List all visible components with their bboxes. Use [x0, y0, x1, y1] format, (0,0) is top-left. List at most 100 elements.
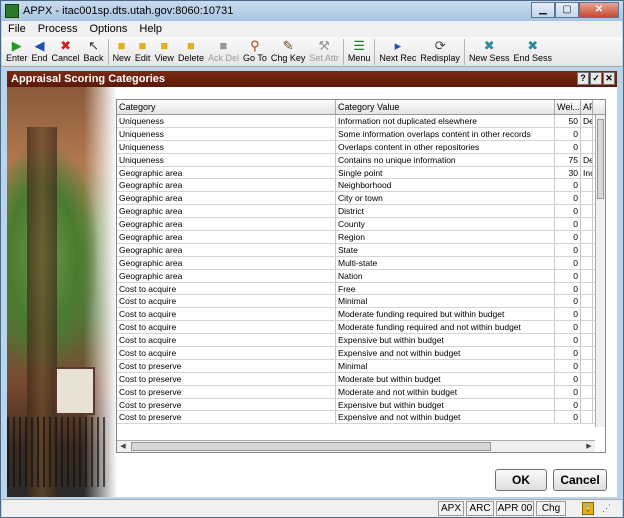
- cell-weight: 0: [555, 269, 581, 282]
- next-rec-button[interactable]: ▸ Next Rec: [377, 37, 418, 63]
- cell-category-value: Minimal: [336, 359, 555, 372]
- cell-category: Geographic area: [117, 192, 336, 205]
- cell-weight: 0: [555, 308, 581, 321]
- cell-category: Uniqueness: [117, 140, 336, 153]
- cell-category-value: Moderate but within budget: [336, 372, 555, 385]
- close-window-button[interactable]: ✕: [579, 2, 619, 18]
- table-row[interactable]: Cost to preserve Moderate and not within …: [117, 385, 605, 399]
- edit-button[interactable]: ■ Edit: [133, 37, 153, 63]
- new-button[interactable]: ■ New: [111, 37, 133, 63]
- go-to-button[interactable]: ⚲ Go To: [241, 37, 269, 63]
- table-row[interactable]: Cost to preserve Minimal 0: [117, 359, 605, 373]
- confirm-button[interactable]: ✓: [590, 72, 602, 85]
- column-header-ap[interactable]: AP: [581, 100, 593, 114]
- menu-file[interactable]: File: [8, 23, 26, 35]
- enter-button[interactable]: ▶ Enter: [4, 37, 30, 63]
- vertical-scrollbar[interactable]: [595, 115, 605, 427]
- next-rec-label: Next Rec: [379, 53, 417, 63]
- table-row[interactable]: Geographic areaSingle point30Inc: [117, 166, 605, 180]
- cell-category-value: Overlaps content in other repositories: [336, 140, 555, 153]
- table-row[interactable]: Geographic area Multi-state 0: [117, 256, 605, 270]
- cell-category: Cost to acquire: [117, 295, 336, 308]
- status-apr: APR 00: [496, 501, 534, 516]
- table-row[interactable]: Uniqueness Overlaps content in other repo…: [117, 140, 605, 154]
- menu-help[interactable]: Help: [139, 23, 162, 35]
- table-row[interactable]: Geographic area City or town 0: [117, 192, 605, 206]
- cell-category-value: Some information overlaps content in oth…: [336, 127, 555, 140]
- table-row[interactable]: Cost to acquire Minimal 0: [117, 295, 605, 309]
- cell-category: Cost to acquire: [117, 321, 336, 334]
- chg-key-button[interactable]: ✎ Chg Key: [269, 37, 308, 63]
- cell-weight: 0: [555, 372, 581, 385]
- delete-folder-icon: ■: [187, 38, 195, 53]
- cell-weight: 0: [555, 218, 581, 231]
- cell-weight: 0: [555, 411, 581, 424]
- cell-weight: 0: [555, 231, 581, 243]
- back-button[interactable]: ↖ Back: [82, 37, 106, 63]
- resize-grip-icon[interactable]: ⋰: [602, 502, 616, 515]
- horizontal-scrollbar[interactable]: ◀ ▶: [117, 440, 595, 452]
- cell-weight: 75: [555, 153, 581, 166]
- table-row[interactable]: Cost to preserve Expensive and not within…: [117, 411, 605, 425]
- cell-category-value: Region: [336, 231, 555, 243]
- menu-options[interactable]: Options: [89, 23, 127, 35]
- menu-process[interactable]: Process: [38, 23, 78, 35]
- scroll-left-icon[interactable]: ◀: [117, 441, 129, 452]
- table-row[interactable]: Cost to acquire Free 0: [117, 282, 605, 296]
- scroll-right-icon[interactable]: ▶: [583, 441, 595, 452]
- table-row[interactable]: Cost to acquire Expensive but within budg…: [117, 334, 605, 348]
- table-row[interactable]: Geographic area Neighborhood 0: [117, 179, 605, 193]
- cell-ap: [581, 308, 593, 321]
- categories-grid[interactable]: Category Category Value Wei... AP Unique…: [116, 99, 606, 453]
- table-row[interactable]: Cost to acquire Moderate funding required…: [117, 308, 605, 322]
- table-row[interactable]: Cost to preserve Expensive but within bud…: [117, 398, 605, 412]
- grid-header: Category Category Value Wei... AP: [117, 100, 605, 115]
- cell-category-value: County: [336, 218, 555, 231]
- ack-del-button[interactable]: ■ Ack Del: [206, 37, 241, 63]
- new-sess-button[interactable]: ✖ New Sess: [467, 37, 512, 63]
- cell-category: Geographic area: [117, 166, 336, 179]
- table-row[interactable]: Geographic area Region 0: [117, 231, 605, 244]
- minimize-button[interactable]: ▁: [531, 2, 555, 18]
- cancel-button[interactable]: Cancel: [553, 469, 607, 491]
- column-header-category[interactable]: Category: [117, 100, 336, 114]
- cell-weight: 0: [555, 256, 581, 269]
- delete-button[interactable]: ■ Delete: [176, 37, 206, 63]
- table-row[interactable]: Uniqueness Some information overlaps cont…: [117, 127, 605, 141]
- end-button[interactable]: ◀ End: [30, 37, 50, 63]
- column-header-category-value[interactable]: Category Value: [336, 100, 555, 114]
- magnifier-icon: ⚲: [250, 38, 260, 53]
- set-attr-label: Set Attr: [309, 53, 339, 63]
- cancel-label: Cancel: [51, 53, 80, 63]
- view-button[interactable]: ■ View: [153, 37, 176, 63]
- cell-ap: [581, 321, 593, 334]
- table-row[interactable]: Geographic area District 0: [117, 205, 605, 219]
- cell-category-value: City or town: [336, 192, 555, 205]
- cell-category-value: Expensive but within budget: [336, 398, 555, 411]
- ok-button[interactable]: OK: [495, 469, 547, 491]
- go-to-label: Go To: [242, 53, 267, 63]
- maximize-button[interactable]: ▢: [555, 2, 579, 18]
- column-header-weight[interactable]: Wei...: [555, 100, 581, 114]
- table-row[interactable]: Geographic area County 0: [117, 218, 605, 232]
- table-row[interactable]: Uniqueness Contains no unique information…: [117, 153, 605, 167]
- cell-category: Cost to acquire: [117, 308, 336, 321]
- table-row[interactable]: Geographic area State 0: [117, 243, 605, 257]
- hammer-icon: ⚒: [318, 38, 330, 53]
- ack-delete-icon: ■: [219, 38, 228, 53]
- cell-category-value: Moderate funding required and not within…: [336, 321, 555, 334]
- table-row[interactable]: Cost to preserve Moderate but within budg…: [117, 372, 605, 386]
- cell-category-value: Information not duplicated elsewhere: [336, 115, 555, 127]
- redisplay-button[interactable]: ⟳ Redisplay: [418, 37, 462, 63]
- table-row[interactable]: Uniqueness Information not duplicated els…: [117, 115, 605, 128]
- cancel-button[interactable]: ✖ Cancel: [50, 37, 82, 63]
- menu-button[interactable]: ☰ Menu: [346, 37, 373, 63]
- end-sess-button[interactable]: ✖ End Sess: [511, 37, 554, 63]
- table-row[interactable]: Cost to acquire Expensive and not within …: [117, 347, 605, 360]
- table-row[interactable]: Geographic area Nation 0: [117, 269, 605, 283]
- help-button[interactable]: ?: [577, 72, 589, 85]
- panel-header: Appraisal Scoring Categories ? ✓ ✕: [7, 71, 617, 87]
- table-row[interactable]: Cost to acquire Moderate funding required…: [117, 321, 605, 335]
- set-attr-button[interactable]: ⚒ Set Attr: [307, 37, 341, 63]
- panel-close-button[interactable]: ✕: [603, 72, 615, 85]
